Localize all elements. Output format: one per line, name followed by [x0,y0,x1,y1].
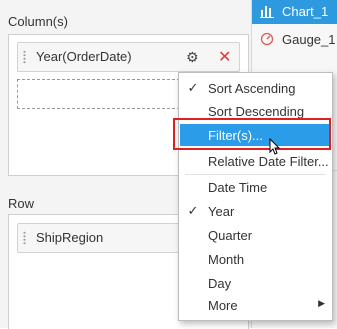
field-context-menu: ✓ Sort Ascending Sort Descending Filter(… [178,72,333,321]
chevron-right-icon: ▶ [318,298,325,308]
menu-item-date-time[interactable]: Date Time [180,176,331,198]
widget-item-chart[interactable]: Chart_1 [252,0,337,24]
menu-item-sort-ascending[interactable]: ✓ Sort Ascending [180,77,331,99]
menu-separator [185,174,326,175]
close-icon[interactable]: ✕ [218,47,231,67]
menu-item-year[interactable]: ✓ Year [180,200,331,222]
checkmark-icon: ✓ [187,80,199,95]
menu-item-label: More [208,298,238,313]
drag-handle-icon[interactable] [23,50,26,64]
gauge-icon [260,32,274,49]
row-field-label: ShipRegion [36,230,104,245]
menu-item-label: Relative Date Filter... [208,154,329,169]
menu-item-label: Sort Descending [208,104,305,119]
mouse-pointer-icon [269,138,281,155]
column-field-chip[interactable]: Year(OrderDate) ⚙ ✕ [17,42,240,72]
menu-item-relative-date-filter[interactable]: Relative Date Filter... [180,150,331,172]
widget-label: Chart_1 [282,4,329,19]
menu-item-quarter[interactable]: Quarter [180,224,331,246]
bar-chart-icon [260,4,274,21]
menu-item-label: Date Time [208,180,268,195]
menu-item-label: Year [208,204,235,219]
drag-handle-icon[interactable] [23,231,26,245]
widget-item-gauge[interactable]: Gauge_1 [252,28,337,52]
menu-item-more[interactable]: More ▶ [180,294,331,316]
column-field-label: Year(OrderDate) [36,49,132,64]
widget-label: Gauge_1 [282,32,336,47]
menu-item-label: Quarter [208,228,253,243]
highlight-annotation-box [173,118,331,150]
menu-item-month[interactable]: Month [180,248,331,270]
menu-item-day[interactable]: Day [180,272,331,294]
gear-icon[interactable]: ⚙ [186,49,199,66]
menu-item-label: Day [208,276,232,291]
menu-item-label: Month [208,252,245,267]
menu-item-label: Sort Ascending [208,81,296,96]
checkmark-icon: ✓ [187,203,199,218]
columns-section-title: Column(s) [8,14,68,29]
row-section-title: Row [8,196,35,211]
